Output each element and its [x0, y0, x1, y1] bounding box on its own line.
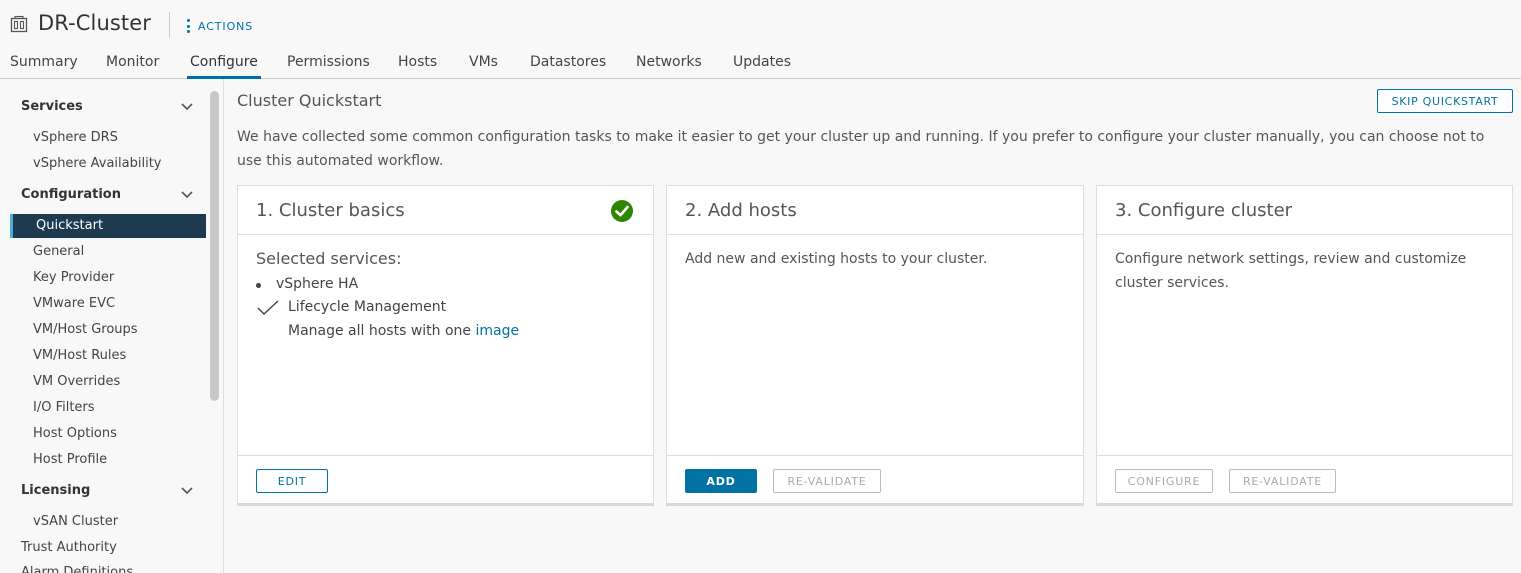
card-footer: ADD RE-VALIDATE: [667, 455, 1083, 505]
sidebar-group-configuration[interactable]: Configuration: [21, 187, 121, 202]
lifecycle-management-label: Lifecycle Management: [288, 299, 447, 315]
kebab-vertical-icon: [186, 19, 190, 33]
service-name: vSphere HA: [276, 276, 359, 292]
configure-sidebar: Services vSphere DRS vSphere Availabilit…: [0, 79, 224, 573]
edit-button[interactable]: EDIT: [256, 469, 328, 493]
sidebar-item-host-profile[interactable]: Host Profile: [33, 452, 107, 467]
tab-datastores[interactable]: Datastores: [530, 54, 606, 79]
sidebar-item-alarm-definitions[interactable]: Alarm Definitions: [21, 565, 133, 573]
sidebar-group-services[interactable]: Services: [21, 99, 83, 114]
tab-hosts[interactable]: Hosts: [398, 54, 437, 79]
actions-label: ACTIONS: [198, 19, 254, 33]
chevron-down-icon[interactable]: [181, 487, 193, 495]
configure-button[interactable]: CONFIGURE: [1115, 469, 1213, 493]
sidebar-item-host-options[interactable]: Host Options: [33, 426, 117, 441]
card-footer: CONFIGURE RE-VALIDATE: [1097, 455, 1512, 505]
card-add-hosts: 2. Add hosts Add new and existing hosts …: [666, 185, 1084, 506]
lifecycle-description-text: Manage all hosts with one: [288, 323, 472, 339]
image-link[interactable]: image: [476, 323, 520, 339]
revalidate-button[interactable]: RE-VALIDATE: [773, 469, 881, 493]
card-cluster-basics: 1. Cluster basics Selected services: vSp…: [237, 185, 654, 506]
tab-bar: Summary Monitor Configure Permissions Ho…: [0, 50, 1521, 79]
quickstart-title: Cluster Quickstart: [237, 91, 382, 110]
skip-quickstart-button[interactable]: SKIP QUICKSTART: [1377, 89, 1513, 113]
lifecycle-management-description: Manage all hosts with one image: [288, 323, 519, 339]
tab-summary[interactable]: Summary: [10, 54, 78, 79]
page-header: DR-Cluster ACTIONS: [0, 0, 1521, 50]
sidebar-item-trust-authority[interactable]: Trust Authority: [21, 540, 117, 555]
selected-services-label: Selected services:: [256, 249, 402, 268]
sidebar-item-vm-host-groups[interactable]: VM/Host Groups: [33, 322, 138, 337]
card-header: 2. Add hosts: [667, 186, 1083, 235]
sidebar-item-label: Quickstart: [36, 218, 104, 233]
card-header: 1. Cluster basics: [238, 186, 653, 235]
tab-configure[interactable]: Configure: [187, 54, 261, 79]
card-title: 2. Add hosts: [685, 200, 797, 221]
tab-monitor[interactable]: Monitor: [106, 54, 159, 79]
chevron-down-icon[interactable]: [181, 103, 193, 111]
tab-vms[interactable]: VMs: [469, 54, 498, 79]
sidebar-scroll-thumb[interactable]: [210, 91, 219, 401]
sidebar-item-io-filters[interactable]: I/O Filters: [33, 400, 95, 415]
card-description: Add new and existing hosts to your clust…: [685, 251, 988, 267]
revalidate-button[interactable]: RE-VALIDATE: [1229, 469, 1336, 493]
card-title: 1. Cluster basics: [256, 200, 405, 221]
chevron-down-icon[interactable]: [181, 191, 193, 199]
actions-menu-button[interactable]: ACTIONS: [186, 17, 253, 35]
list-item: vSphere HA: [256, 276, 358, 292]
card-title: 3. Configure cluster: [1115, 200, 1293, 221]
header-divider: [169, 12, 170, 38]
sidebar-item-vsphere-availability[interactable]: vSphere Availability: [33, 156, 161, 171]
sidebar-group-licensing[interactable]: Licensing: [21, 483, 90, 498]
check-circle-icon: [611, 200, 633, 222]
card-description: Configure network settings, review and c…: [1115, 251, 1467, 291]
sidebar-item-quickstart[interactable]: Quickstart: [10, 214, 206, 238]
tab-permissions[interactable]: Permissions: [287, 54, 370, 79]
cluster-icon: [10, 15, 28, 33]
sidebar-item-vsphere-drs[interactable]: vSphere DRS: [33, 130, 118, 145]
sidebar-item-vmware-evc[interactable]: VMware EVC: [33, 296, 115, 311]
tab-networks[interactable]: Networks: [636, 54, 702, 79]
sidebar-item-key-provider[interactable]: Key Provider: [33, 270, 114, 285]
card-footer: EDIT: [238, 455, 653, 505]
card-configure-cluster: 3. Configure cluster Configure network s…: [1096, 185, 1513, 506]
sidebar-item-vm-host-rules[interactable]: VM/Host Rules: [33, 348, 126, 363]
check-icon: [257, 300, 279, 315]
tab-updates[interactable]: Updates: [733, 54, 791, 79]
add-button[interactable]: ADD: [685, 469, 757, 493]
quickstart-intro: We have collected some common configurat…: [237, 129, 1485, 169]
sidebar-item-vsan-cluster[interactable]: vSAN Cluster: [33, 514, 118, 529]
sidebar-item-general[interactable]: General: [33, 244, 84, 259]
page-title: DR-Cluster: [38, 11, 152, 35]
card-header: 3. Configure cluster: [1097, 186, 1512, 235]
sidebar-item-vm-overrides[interactable]: VM Overrides: [33, 374, 120, 389]
